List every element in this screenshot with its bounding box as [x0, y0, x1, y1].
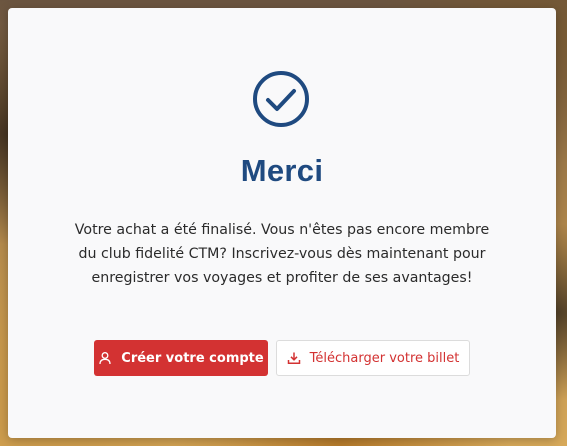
download-icon [287, 351, 301, 365]
confirmation-message: Votre achat a été finalisé. Vous n'êtes … [74, 222, 490, 286]
user-icon [98, 351, 112, 365]
download-ticket-label: Télécharger votre billet [309, 350, 460, 366]
check-circle-icon [253, 71, 309, 127]
download-ticket-button[interactable]: Télécharger votre billet [276, 340, 470, 376]
create-account-button[interactable]: Créer votre compte [94, 340, 268, 376]
create-account-label: Créer votre compte [121, 350, 264, 366]
confirmation-modal: Merci Votre achat a été finalisé. Vous n… [8, 8, 556, 438]
modal-title: Merci [240, 153, 324, 188]
